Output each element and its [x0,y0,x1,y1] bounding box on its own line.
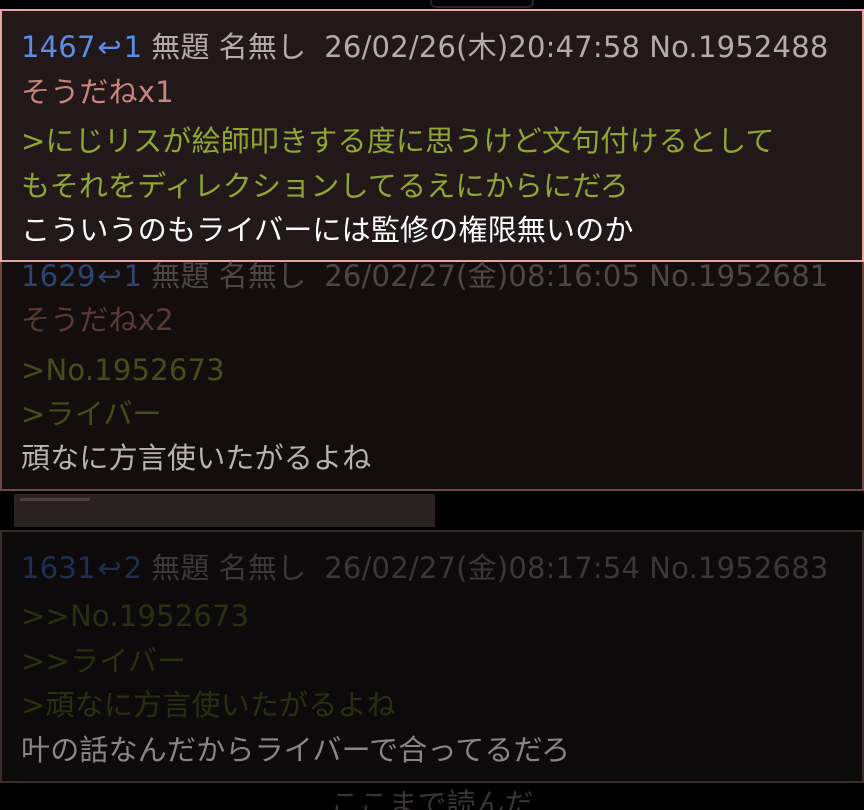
post-name: 名無し [218,259,307,293]
top-tab-edge [430,0,534,8]
post-header: 1629↩1 無題 名無し 26/02/27(金)08:16:05 No.1952681 [21,258,829,294]
post-datetime: 26/02/26(木)20:47:58 [324,30,641,64]
post-subject: 無題 [151,30,210,64]
thumbnail-strip [14,494,435,527]
thread-view: 1467↩1 無題 名無し 26/02/26(木)20:47:58 No.1952488… [0,0,864,810]
post-index[interactable]: 1467 [21,30,96,64]
quote-line[interactable]: >>No.1952673 [21,598,249,634]
reply-arrow-icon[interactable]: ↩ [96,29,124,65]
post-subject: 無題 [151,259,210,293]
reply-arrow-icon[interactable]: ↩ [96,258,124,294]
quote-line[interactable]: >ライバー [21,396,162,432]
post-subject: 無題 [151,551,210,585]
reply-count[interactable]: 1 [124,30,143,64]
sodane-button[interactable]: そうだねx2 [21,302,174,338]
post-name: 名無し [218,551,307,585]
post-1629[interactable]: 1629↩1 無題 名無し 26/02/27(金)08:16:05 No.1952681… [0,259,864,491]
post-name: 名無し [218,30,307,64]
reply-count[interactable]: 2 [124,551,143,585]
post-body: 叶の話なんだからライバーで合ってるだろ [21,733,571,767]
post-1631[interactable]: 1631↩2 無題 名無し 26/02/27(金)08:17:54 No.1952683… [0,530,864,783]
post-number[interactable]: No.1952488 [649,30,828,64]
post-index[interactable]: 1631 [21,551,96,585]
post-index[interactable]: 1629 [21,259,96,293]
sodane-button[interactable]: そうだねx1 [21,74,174,110]
post-datetime: 26/02/27(金)08:17:54 [324,551,641,585]
quote-line[interactable]: >にじリスが絵師叩きする度に思うけど文句付けるとして [21,123,775,159]
quote-line[interactable]: もそれをディレクションしてるえにからにだろ [21,168,629,204]
post-body: 頑なに方言使いたがるよね [21,441,372,475]
reply-arrow-icon[interactable]: ↩ [96,550,124,586]
post-number[interactable]: No.1952683 [649,551,828,585]
strip-faint-text [20,498,90,501]
post-1467[interactable]: 1467↩1 無題 名無し 26/02/26(木)20:47:58 No.1952488… [0,9,864,262]
quote-line[interactable]: >>ライバー [21,643,186,679]
reply-count[interactable]: 1 [124,259,143,293]
post-header: 1467↩1 無題 名無し 26/02/26(木)20:47:58 No.1952488 [21,29,829,65]
post-number[interactable]: No.1952681 [649,259,828,293]
quote-line[interactable]: >頑なに方言使いたがるよね [21,687,396,723]
read-up-to-here-marker: ここまで読んだ [330,787,534,810]
post-datetime: 26/02/27(金)08:16:05 [324,259,641,293]
quote-line[interactable]: >No.1952673 [21,352,225,388]
post-body: こういうのもライバーには監修の権限無いのか [21,213,634,247]
post-header: 1631↩2 無題 名無し 26/02/27(金)08:17:54 No.1952683 [21,550,829,586]
